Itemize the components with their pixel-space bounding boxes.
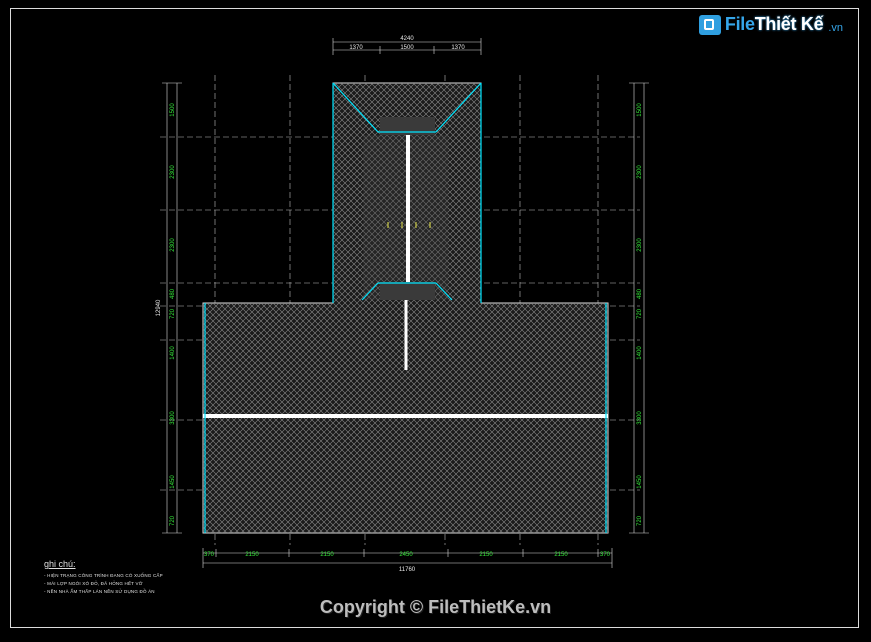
bottom-part-dim: 2150 [320, 552, 334, 558]
top-part-dim: 1500 [400, 45, 414, 51]
roof-plan-drawing: 4240 1370 1500 1370 370 2150 2150 2450 2… [156, 36, 649, 573]
left-side-dim: 720 [170, 515, 176, 526]
bottom-part-dim: 370 [600, 552, 611, 558]
right-side-dim: 3300 [637, 411, 643, 425]
bottom-part-dim: 2150 [245, 552, 259, 558]
right-side-dim: 720 [637, 515, 643, 526]
bottom-part-dim: 2450 [399, 552, 413, 558]
left-side-dim: 2300 [170, 238, 176, 252]
notes-title: ghi chú: [44, 559, 76, 569]
roof-body [202, 82, 609, 534]
bottom-part-dim: 2150 [479, 552, 493, 558]
file-icon [698, 14, 721, 35]
top-part-dim: 1370 [349, 45, 363, 51]
right-side-dim: 1450 [637, 475, 643, 489]
bottom-part-dim: 370 [204, 552, 215, 558]
left-side-dim: 480 [170, 288, 176, 299]
top-total-dim: 4240 [400, 36, 414, 42]
right-side-dim: 1400 [637, 346, 643, 360]
left-side-dim: 1400 [170, 346, 176, 360]
left-total-dim: 12940 [156, 299, 162, 316]
top-part-dim: 1370 [451, 45, 465, 51]
right-side-dim: 2300 [637, 238, 643, 252]
copyright-text: Copyright © FileThietKe.vn [319, 597, 552, 617]
left-side-dim: 1500 [170, 103, 176, 117]
left-side-dim: 3300 [170, 411, 176, 425]
notes-block: ghi chú: - HIỆN TRẠNG CÔNG TRÌNH ĐANG CÓ… [44, 559, 163, 596]
bottom-part-dim: 2150 [554, 552, 568, 558]
right-side-dim: 2300 [637, 165, 643, 179]
right-side-dim: 1500 [637, 103, 643, 117]
left-side-dim: 2300 [170, 165, 176, 179]
brand-logo[interactable]: FileThiết Kế .vn [698, 14, 843, 35]
bottom-total-dim: 11760 [399, 567, 416, 573]
right-side-dim: 720 [637, 308, 643, 319]
left-side-dim: 1450 [170, 475, 176, 489]
note-line: - HIỆN TRẠNG CÔNG TRÌNH ĐANG CÓ XUỐNG CẤ… [44, 573, 163, 578]
brand-name: FileThiết Kế [724, 14, 824, 34]
note-line: - MÁI LỢP NGÓI XÓ ĐỎ, ĐÃ HỎNG HẾT VỠ [44, 581, 143, 586]
brand-tld: .vn [828, 21, 843, 34]
right-side-dim: 480 [637, 288, 643, 299]
note-line: - NỀN NHÀ ẨM THẤP LÁN NỀN SỬ DỤNG ĐỒ ÁN [44, 589, 155, 594]
left-side-dim: 720 [170, 308, 176, 319]
